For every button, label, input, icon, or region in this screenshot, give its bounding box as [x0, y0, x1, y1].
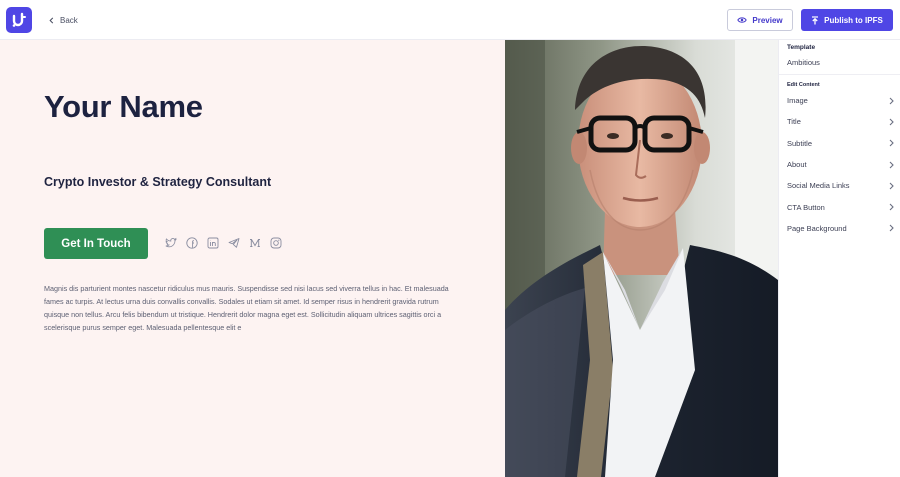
- facebook-icon[interactable]: [186, 237, 198, 249]
- preview-button[interactable]: Preview: [727, 9, 793, 31]
- publish-button[interactable]: Publish to IPFS: [801, 9, 893, 31]
- chevron-right-icon: [889, 161, 894, 168]
- chevron-right-icon: [889, 97, 894, 105]
- edit-item-subtitle[interactable]: Subtitle: [779, 133, 900, 154]
- linkedin-icon[interactable]: [207, 237, 219, 249]
- publish-label: Publish to IPFS: [824, 15, 883, 25]
- edit-panel: Template Ambitious Edit Content Image Ti…: [778, 40, 900, 477]
- chevron-right-icon: [889, 118, 894, 126]
- edit-item-label: Social Media Links: [787, 181, 850, 191]
- edit-content-list: Image Title Subtitle About Social Media …: [779, 90, 900, 239]
- get-in-touch-button[interactable]: Get In Touch: [44, 228, 148, 259]
- preview-label: Preview: [752, 15, 783, 25]
- chevron-right-icon: [889, 225, 894, 232]
- edit-item-label: Title: [787, 117, 801, 127]
- edit-content-heading: Edit Content: [787, 82, 820, 88]
- template-heading: Template: [787, 44, 816, 51]
- edit-item-title[interactable]: Title: [779, 111, 900, 132]
- social-links: [165, 237, 282, 249]
- chevron-left-icon: [49, 17, 54, 23]
- edit-item-about[interactable]: About: [779, 154, 900, 175]
- edit-item-label: Image: [787, 96, 808, 106]
- edit-item-page-background[interactable]: Page Background: [779, 218, 900, 239]
- edit-item-image[interactable]: Image: [779, 90, 900, 111]
- profile-title[interactable]: Crypto Investor & Strategy Consultant: [44, 175, 271, 189]
- medium-icon[interactable]: [249, 237, 261, 249]
- edit-item-label: Page Background: [787, 223, 847, 233]
- back-label: Back: [60, 15, 78, 25]
- back-button[interactable]: Back: [48, 13, 78, 27]
- edit-item-social-media-links[interactable]: Social Media Links: [779, 175, 900, 196]
- upload-icon: [812, 15, 819, 24]
- eye-icon: [737, 17, 748, 23]
- template-value[interactable]: Ambitious: [787, 58, 820, 67]
- telegram-icon[interactable]: [228, 237, 240, 249]
- panel-divider: [779, 74, 900, 75]
- edit-item-cta-button[interactable]: CTA Button: [779, 196, 900, 217]
- profile-name[interactable]: Your Name: [44, 89, 203, 125]
- instagram-icon[interactable]: [270, 237, 282, 249]
- chevron-right-icon: [889, 182, 894, 190]
- profile-about[interactable]: Magnis dis parturient montes nascetur ri…: [44, 282, 456, 334]
- chevron-right-icon: [889, 139, 894, 147]
- top-bar: Back Preview Publish to IPFS: [0, 0, 900, 40]
- chevron-right-icon: [889, 203, 894, 211]
- edit-item-label: About: [787, 160, 807, 170]
- twitter-icon[interactable]: [165, 237, 177, 249]
- edit-item-label: CTA Button: [787, 202, 825, 212]
- edit-item-label: Subtitle: [787, 138, 813, 148]
- brand-logo-icon[interactable]: [6, 7, 32, 33]
- profile-canvas: Your Name Crypto Investor & Strategy Con…: [0, 40, 505, 477]
- profile-photo[interactable]: [505, 40, 778, 477]
